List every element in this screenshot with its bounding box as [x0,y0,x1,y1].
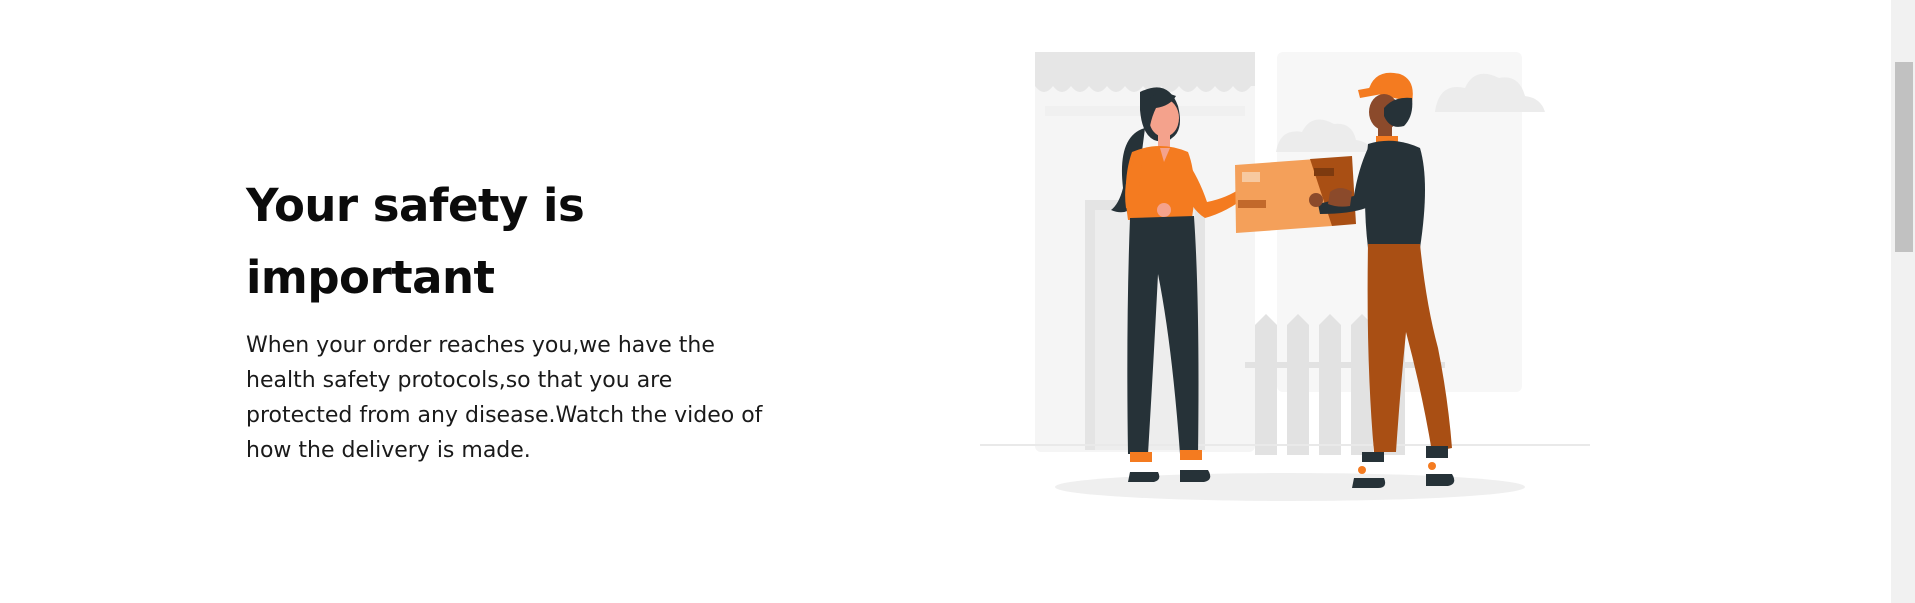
ground-shadow [1055,473,1525,501]
section-headline: Your safety is important [246,179,585,304]
section-description: When your order reaches you,we have the … [246,333,763,463]
background-scene [980,52,1590,455]
scrollbar-thumb[interactable] [1895,62,1913,252]
delivery-illustration-svg [980,52,1590,501]
delivery-illustration [980,40,1600,510]
safety-section: Your safety is important When your order… [246,170,786,468]
page-scrollbar[interactable] [1891,0,1915,603]
